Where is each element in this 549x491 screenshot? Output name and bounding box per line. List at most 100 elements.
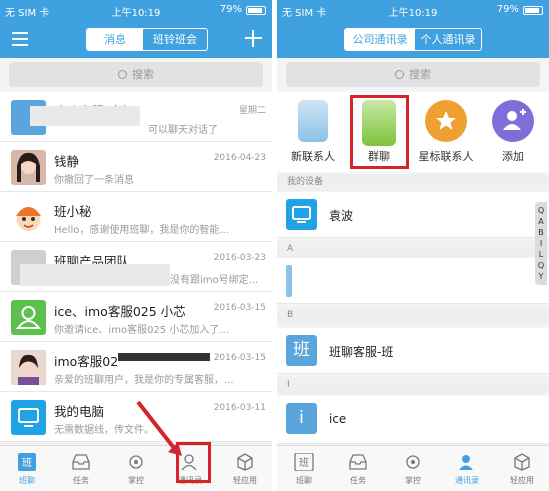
search-input[interactable]: 搜索 [286,62,540,87]
segment-control: 公司通讯录 个人通讯录 [344,28,482,51]
conversation-preview: 你撤回了一条消息 [54,175,134,186]
device-name: 袁波 [329,209,354,223]
conversation-preview: 可以聊天对话了 [148,125,218,136]
index-letter[interactable]: B [535,227,547,238]
battery-percent: 79% [496,4,519,15]
status-bar: 无 SIM 卡 上午10:19 79% [0,0,272,20]
list-item[interactable]: i ice [277,396,549,444]
svg-text:班: 班 [299,457,309,469]
tab-chat[interactable]: 班 班聊 [277,446,331,491]
conversation-preview: 没有跟imo号绑定... [170,275,259,286]
gear-icon [403,453,423,471]
conversation-title: ice、imo客服025 小芯 [54,304,186,319]
list-item[interactable]: ice、imo客服025 小芯 你邀请ice、imo客服025 小芯加入了...… [0,292,272,342]
tab-messages[interactable]: 消息 [87,29,143,50]
tab-contacts[interactable]: 通讯录 [440,446,494,491]
svg-text:班: 班 [22,457,32,469]
avatar [11,150,46,185]
tab-personal-contacts[interactable]: 个人通讯录 [415,29,481,50]
tab-tasks[interactable]: 任务 [54,446,108,491]
conversation-date: 2016-04-23 [213,153,266,163]
conversation-date: 2016-03-15 [213,353,266,363]
add-icon[interactable] [245,30,262,47]
inbox-icon [348,453,368,471]
avatar [11,400,46,435]
index-letter[interactable]: L [535,249,547,260]
redacted-block [118,353,210,361]
contact-shortcuts: 新联系人 群聊 星标联系人 添加 [277,92,549,172]
tab-class-meeting[interactable]: 班铃班会 [143,29,207,50]
avatar: 班 [286,335,317,366]
index-letter[interactable]: A [535,216,547,227]
tab-light-apps[interactable]: 轻应用 [495,446,549,491]
menu-icon[interactable] [12,32,28,46]
list-item[interactable]: 班小秘 Hello，感谢使用班聊，我是你的智能... [0,192,272,242]
battery-percent: 79% [219,4,242,15]
conversation-date: 2016-03-11 [213,403,266,413]
index-letter[interactable]: Q [535,205,547,216]
monitor-icon [286,199,317,230]
list-item[interactable]: 班聊产品团队 没有跟imo号绑定... 2016-03-23 [0,242,272,292]
avatar [11,200,46,235]
chat-icon: 班 [294,452,314,472]
section-header-b: B [277,307,549,324]
index-letter[interactable]: I [535,238,547,249]
star-contact-icon [425,100,467,142]
inbox-icon [71,453,91,471]
box-icon [235,453,255,471]
index-letter[interactable]: Y [535,271,547,282]
box-icon [512,453,532,471]
shortcut-new-contact[interactable]: 新联系人 [283,100,343,164]
search-icon [118,70,127,79]
alphabet-index[interactable]: Q A B I L Q Y [535,202,547,285]
device-row[interactable]: 袁波 [277,192,549,238]
contacts-icon [457,453,477,471]
tab-company-contacts[interactable]: 公司通讯录 [345,29,415,50]
contact-name: 班聊客服-班 [329,345,394,359]
nav-bar: 公司通讯录 个人通讯录 [277,20,549,58]
index-letter[interactable]: Q [535,260,547,271]
conversation-title: 钱静 [54,154,80,169]
section-header-devices: 我的设备 [277,174,549,191]
conversation-title: 我的电脑 [54,404,105,419]
avatar [286,265,292,297]
segment-control: 消息 班铃班会 [86,28,208,51]
list-item[interactable]: 班 班聊客服-班 [277,328,549,374]
list-item[interactable]: 钱静 你撤回了一条消息 2016-04-23 [0,142,272,192]
search-icon [395,70,404,79]
list-item[interactable]: 班聊客服-班仔 可以聊天对话了 星期二 [0,92,272,142]
contact-name: ice [329,412,347,426]
section-header-a: A [277,241,549,258]
nav-bar: 消息 班铃班会 [0,20,272,58]
list-item[interactable]: imo客服02 亲爱的班聊用户，我是你的专属客服，... 2016-03-15 [0,342,272,392]
conversation-title: 班小秘 [54,204,92,219]
list-item[interactable] [277,258,549,304]
conversation-title: imo客服02 [54,354,119,369]
tab-chat[interactable]: 班 班聊 [0,446,54,491]
conversation-date: 2016-03-23 [213,253,266,263]
battery-icon [246,6,266,15]
shortcut-starred-contacts[interactable]: 星标联系人 [416,100,476,164]
group-chat-highlight [350,95,409,169]
tab-bar: 班 班聊 任务 掌控 通讯录 轻应用 [277,445,549,491]
avatar [11,350,46,385]
battery-icon [523,6,543,15]
left-phone-screen: 无 SIM 卡 上午10:19 79% 消息 班铃班会 搜索 班聊客服-班仔 可… [0,0,272,491]
avatar: i [286,403,317,434]
add-contact-icon [492,100,534,142]
chat-icon: 班 [17,453,37,471]
tab-control[interactable]: 掌控 [386,446,440,491]
shortcut-add[interactable]: 添加 [483,100,543,164]
conversation-date: 2016-03-15 [213,303,266,313]
new-contact-icon [298,100,328,142]
conversation-preview: 你邀请ice、imo客服025 小芯加入了... [54,325,229,336]
pointer-arrow [136,400,182,456]
conversation-preview: Hello，感谢使用班聊，我是你的智能... [54,225,229,236]
redacted-block [20,264,170,286]
conversation-date: 星期二 [238,106,266,116]
conversation-preview: 亲爱的班聊用户，我是你的专属客服，... [54,375,234,386]
search-input[interactable]: 搜索 [9,62,263,87]
tab-tasks[interactable]: 任务 [331,446,385,491]
avatar [11,300,46,335]
tab-light-apps[interactable]: 轻应用 [218,446,272,491]
